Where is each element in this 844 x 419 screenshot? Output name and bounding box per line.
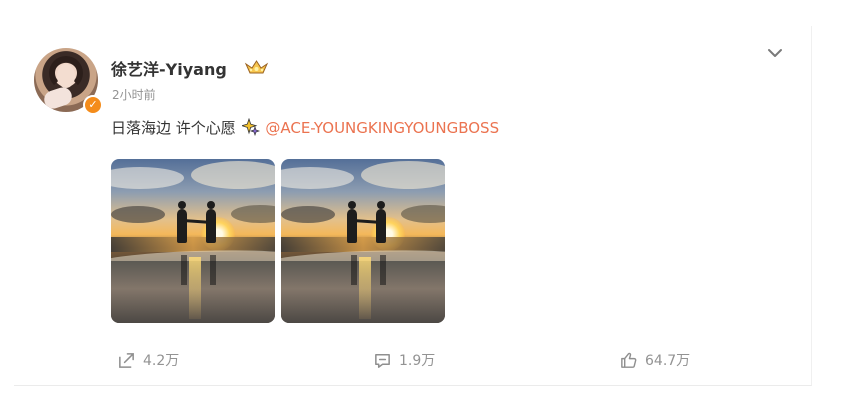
weibo-post-card: ✓ 徐艺洋-Yiyang 2小时前 日落海边 许个心愿 @ACE-YOUNGKI… — [14, 26, 812, 386]
photo-cloud — [111, 206, 165, 223]
share-icon — [119, 352, 134, 368]
comment-count: 1.9万 — [399, 353, 436, 369]
like-icon — [621, 352, 637, 368]
person-silhouette — [376, 201, 386, 243]
post-text-prefix: 日落海边 许个心愿 — [111, 119, 236, 137]
post-photo-2[interactable] — [281, 159, 445, 323]
sparkle-icon — [241, 118, 260, 136]
post-actions: 4.2万 1.9万 64.7万 — [14, 350, 811, 370]
photo-cloud — [361, 161, 445, 189]
forward-count: 4.2万 — [143, 353, 180, 369]
photo-cloud — [401, 205, 445, 223]
photo-cloud — [191, 161, 275, 189]
person-silhouette — [347, 201, 357, 243]
person-silhouette — [206, 201, 216, 243]
post-content: 日落海边 许个心愿 @ACE-YOUNGKINGYOUNGBOSS — [111, 117, 499, 138]
username[interactable]: 徐艺洋-Yiyang — [111, 56, 227, 80]
person-reflection — [210, 255, 216, 285]
person-reflection — [351, 255, 357, 285]
avatar-face — [57, 64, 75, 88]
sun-reflection — [189, 257, 201, 319]
post-photo-1[interactable] — [111, 159, 275, 323]
photo-cloud — [111, 167, 184, 189]
person-reflection — [380, 255, 386, 285]
post-time[interactable]: 2小时前 — [112, 86, 156, 103]
photo-cloud — [231, 205, 275, 223]
like-button[interactable]: 64.7万 — [619, 350, 690, 370]
comment-button[interactable]: 1.9万 — [373, 350, 435, 370]
verified-badge: ✓ — [83, 95, 103, 115]
mention-link[interactable]: @ACE-YOUNGKINGYOUNGBOSS — [265, 119, 499, 137]
person-reflection — [181, 255, 187, 285]
chevron-down-icon[interactable] — [765, 43, 785, 63]
photo-cloud — [281, 167, 354, 189]
photo-cloud — [281, 206, 335, 223]
comment-icon — [375, 353, 390, 368]
like-count: 64.7万 — [645, 353, 691, 369]
person-silhouette — [177, 201, 187, 243]
forward-button[interactable]: 4.2万 — [117, 350, 179, 370]
sun-reflection — [359, 257, 371, 319]
crown-icon — [244, 60, 269, 74]
